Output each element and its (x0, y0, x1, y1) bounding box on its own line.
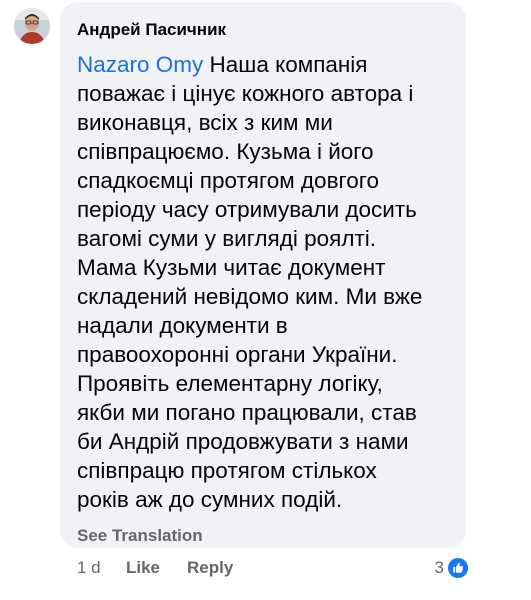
reply-button[interactable]: Reply (187, 558, 233, 578)
avatar[interactable] (14, 8, 50, 44)
comment-text-line: спадкоємці протягом довгого (77, 168, 379, 193)
comment-thread: Андрей Пасичник Nazaro Omy Наша компанія… (0, 0, 531, 600)
comment-text-line: років аж до сумних подій. (77, 487, 343, 512)
reaction-summary[interactable]: 3 (435, 556, 468, 580)
comment-text-line: складений невідомо ким. Ми вже (77, 284, 423, 309)
like-button[interactable]: Like (126, 558, 160, 578)
comment-actions: 1 d Like Reply 3 (60, 556, 468, 580)
comment-author[interactable]: Андрей Пасичник (77, 19, 450, 41)
user-photo-icon (14, 8, 50, 44)
comment-text-line: періоду часу отримували досить (77, 197, 417, 222)
thumbs-up-icon (448, 558, 468, 578)
comment-text-line: надали документи в (77, 313, 288, 338)
comment-text-line: вагомі суми у вигляді роялті. (77, 226, 377, 251)
comment-text-line: Наша компанія (203, 52, 368, 77)
comment-timestamp[interactable]: 1 d (77, 558, 101, 578)
comment-text-line: виконавця, всіх з ким ми (77, 110, 333, 135)
see-translation-link[interactable]: See Translation (77, 525, 450, 547)
reaction-count: 3 (434, 558, 444, 577)
comment-text-line: Мама Кузьми читає документ (77, 255, 386, 280)
comment-text-line: поважає і цінує кожного автора і (77, 81, 414, 106)
comment-text: Nazaro Omy Наша компанія поважає і цінує … (77, 50, 450, 514)
comment-text-line: правоохоронні органи України. (77, 342, 398, 367)
mention-link[interactable]: Nazaro Omy (77, 52, 203, 77)
comment-bubble: Андрей Пасичник Nazaro Omy Наша компанія… (60, 2, 466, 548)
comment-text-line: якби ми погано працювали, став (77, 400, 417, 425)
comment-text-line: співпрацюємо. Кузьма і його (77, 139, 374, 164)
comment-text-line: Проявіть елементарну логіку, (77, 371, 383, 396)
comment-text-line: би Андрій продовжувати з нами (77, 429, 409, 454)
comment-text-line: співпрацю протягом стількох (77, 458, 377, 483)
